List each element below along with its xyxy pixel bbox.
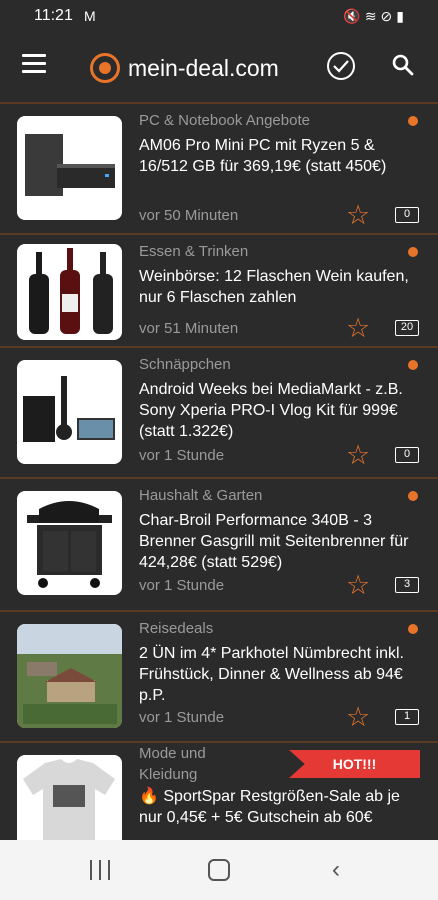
comment-count-icon[interactable]: 20: [395, 320, 419, 336]
deal-time: vor 51 Minuten: [139, 320, 239, 337]
new-indicator-dot: [408, 360, 418, 370]
deal-category: Schnäppchen: [139, 356, 231, 373]
star-icon[interactable]: ☆: [346, 315, 370, 342]
star-icon[interactable]: ☆: [346, 442, 370, 469]
deal-item[interactable]: Haushalt & Garten Char-Broil Performance…: [0, 479, 438, 612]
deal-image-hotel: [17, 624, 122, 728]
comment-count-icon[interactable]: 0: [395, 207, 419, 223]
search-icon[interactable]: [391, 53, 415, 77]
new-indicator-dot: [408, 116, 418, 126]
deal-title[interactable]: AM06 Pro Mini PC mit Ryzen 5 & 16/512 GB…: [139, 135, 424, 177]
deal-time: vor 1 Stunde: [139, 709, 225, 726]
deal-category: Reisedeals: [139, 620, 214, 637]
status-bar: 11:21 M 🔇≋⊘▮: [0, 0, 438, 32]
comment-count-icon[interactable]: 1: [395, 709, 419, 725]
wifi-icon: ≋: [364, 8, 381, 24]
deal-item[interactable]: Essen & Trinken Weinbörse: 12 Flaschen W…: [0, 235, 438, 348]
comment-count-icon[interactable]: 0: [395, 447, 419, 463]
deal-title[interactable]: Weinbörse: 12 Flaschen Wein kaufen, nur …: [139, 266, 424, 308]
check-circle-icon[interactable]: [327, 52, 355, 80]
logo[interactable]: mein-deal.com: [90, 52, 279, 84]
hot-badge: HOT!!!: [289, 750, 420, 778]
system-navigation-bar: ‹: [0, 840, 438, 900]
deal-title[interactable]: 2 ÜN im 4* Parkhotel Nümbrecht inkl. Frü…: [139, 643, 424, 706]
hamburger-menu-icon[interactable]: [22, 54, 46, 74]
star-icon[interactable]: ☆: [346, 572, 370, 599]
app-bar: mein-deal.com: [0, 32, 438, 102]
gmail-icon: M: [84, 8, 96, 24]
deal-category: PC & Notebook Angebote: [139, 112, 310, 129]
deal-time: vor 1 Stunde: [139, 577, 225, 594]
mute-icon: 🔇: [343, 8, 365, 24]
status-time: 11:21: [34, 7, 73, 24]
deal-category: Mode und Kleidung: [139, 745, 206, 783]
comment-count-icon[interactable]: 3: [395, 577, 419, 593]
deal-time: vor 1 Stunde: [139, 447, 225, 464]
deal-image-mini-pc: [17, 116, 122, 220]
battery-icon: ▮: [396, 8, 408, 24]
status-icons: 🔇≋⊘▮: [343, 8, 408, 25]
logo-text: mein-deal.com: [128, 54, 279, 81]
deal-item[interactable]: Schnäppchen Android Weeks bei MediaMarkt…: [0, 348, 438, 479]
recent-apps-icon[interactable]: [90, 860, 110, 880]
deal-item[interactable]: Reisedeals 2 ÜN im 4* Parkhotel Nümbrech…: [0, 612, 438, 743]
deal-category: Haushalt & Garten: [139, 487, 263, 504]
deal-title[interactable]: Android Weeks bei MediaMarkt - z.B. Sony…: [139, 379, 424, 442]
new-indicator-dot: [408, 491, 418, 501]
deal-title[interactable]: Char-Broil Performance 340B - 3 Brenner …: [139, 510, 424, 573]
new-indicator-dot: [408, 624, 418, 634]
logo-icon: [90, 53, 120, 83]
star-icon[interactable]: ☆: [346, 704, 370, 731]
back-icon[interactable]: ‹: [332, 858, 340, 882]
deal-image-wine: [17, 244, 122, 340]
home-icon[interactable]: [208, 859, 230, 881]
deal-feed[interactable]: PC & Notebook Angebote AM06 Pro Mini PC …: [0, 104, 438, 865]
blocked-icon: ⊘: [380, 8, 397, 24]
deal-item[interactable]: PC & Notebook Angebote AM06 Pro Mini PC …: [0, 104, 438, 235]
star-icon[interactable]: ☆: [346, 202, 370, 229]
deal-image-grill: [17, 491, 122, 595]
new-indicator-dot: [408, 247, 418, 257]
deal-time: vor 50 Minuten: [139, 207, 239, 224]
deal-image-xperia-kit: [17, 360, 122, 464]
deal-category: Essen & Trinken: [139, 243, 249, 260]
deal-title[interactable]: 🔥 SportSpar Restgrößen-Sale ab je nur 0,…: [139, 786, 424, 828]
